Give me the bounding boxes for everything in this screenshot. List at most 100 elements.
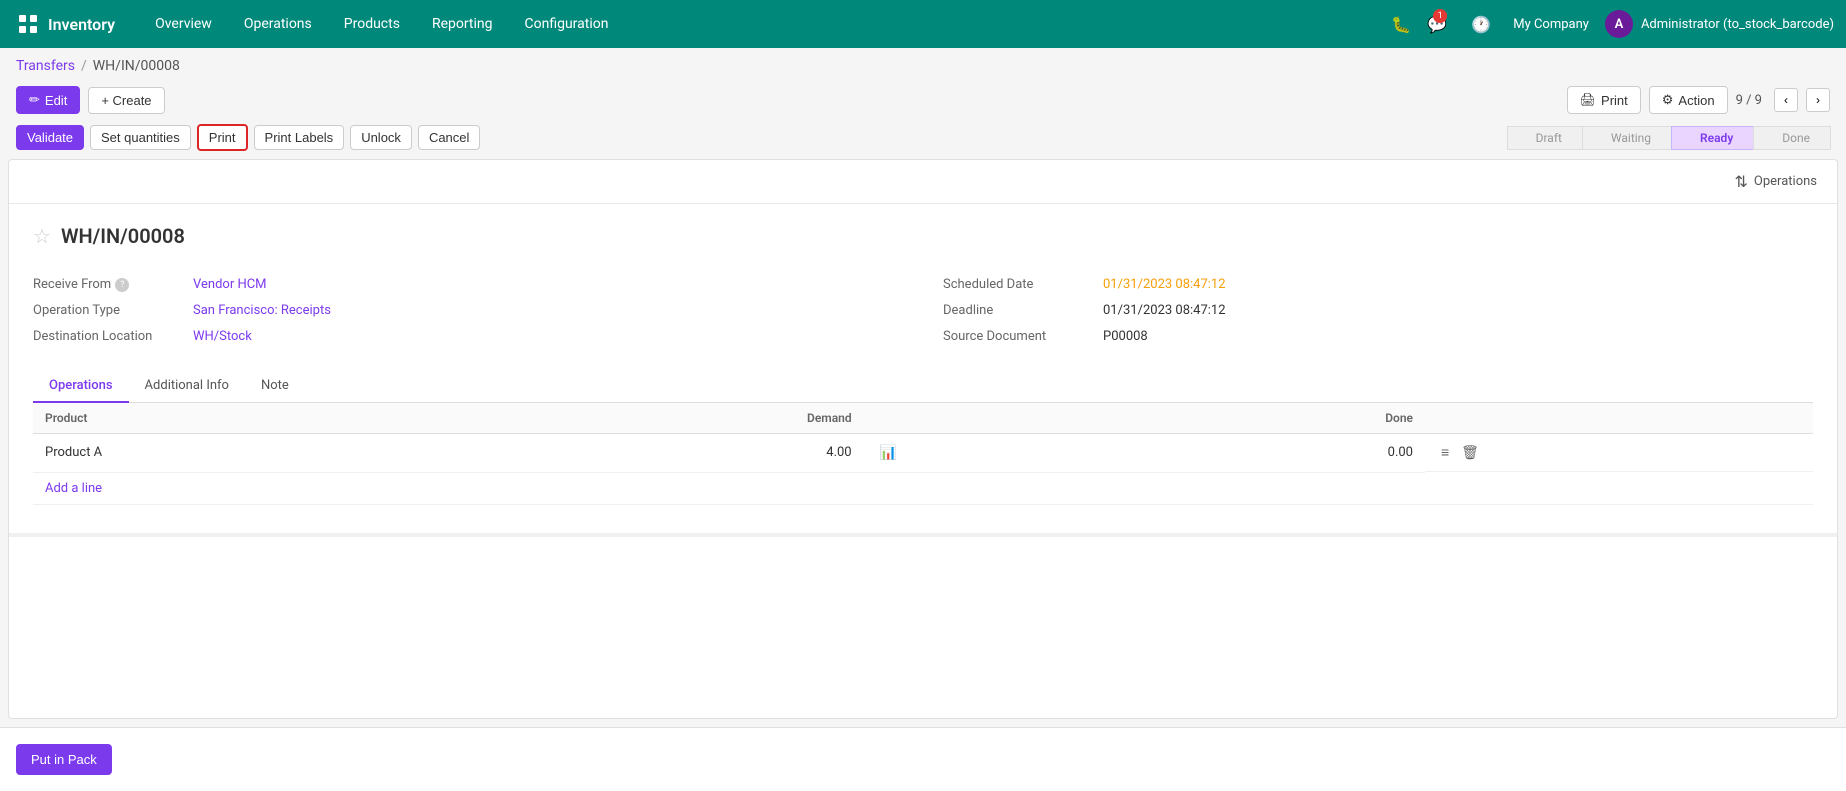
operations-toggle-row: ⇅ Operations [9, 160, 1837, 204]
toggle-arrows-icon: ⇅ [1735, 172, 1748, 191]
edit-button[interactable]: ✏ Edit [16, 86, 80, 114]
col-header-done: Done [1138, 403, 1425, 434]
destination-location-value[interactable]: WH/Stock [193, 329, 252, 344]
tab-additional-info[interactable]: Additional Info [129, 370, 245, 403]
deadline-label: Deadline [943, 303, 1103, 318]
menu-item-overview[interactable]: Overview [139, 0, 228, 48]
row-demand: 4.00 [483, 434, 864, 473]
record-toolbar: ✏ Edit + Create 🖨 Print ⚙ Action 9 / 9 ‹… [0, 80, 1846, 124]
top-navigation: Inventory Overview Operations Products R… [0, 0, 1846, 48]
status-ready: Ready [1671, 126, 1754, 150]
deadline-value: 01/31/2023 08:47:12 [1103, 303, 1226, 318]
form-fields: Receive From ? Vendor HCM Operation Type… [33, 272, 1813, 350]
menu-item-reporting[interactable]: Reporting [416, 0, 509, 48]
unlock-button[interactable]: Unlock [350, 125, 412, 150]
record-title: WH/IN/00008 [61, 224, 185, 248]
action-group: 🖨 Print ⚙ Action 9 / 9 ‹ › [1567, 86, 1830, 114]
record-tabs: Operations Additional Info Note [33, 370, 1813, 403]
detail-list-icon[interactable]: ≡ [1437, 442, 1453, 463]
left-fields: Receive From ? Vendor HCM Operation Type… [33, 272, 903, 350]
print-icon: 🖨 [1580, 92, 1597, 108]
col-header-actions [1425, 403, 1813, 434]
operations-table: Product Demand Done Product A 4.00 📊 0.0… [33, 403, 1813, 505]
table-header-row: Product Demand Done [33, 403, 1813, 434]
grid-menu-icon[interactable] [12, 8, 44, 40]
company-name: My Company [1513, 17, 1589, 32]
receive-from-help-icon[interactable]: ? [115, 278, 129, 292]
status-steps: Draft Waiting Ready Done [1507, 126, 1830, 150]
breadcrumb-current: WH/IN/00008 [93, 58, 180, 74]
col-header-demand: Demand [483, 403, 864, 434]
messages-icon[interactable]: 💬 1 [1425, 8, 1457, 40]
col-header-product: Product [33, 403, 483, 434]
row-forecast-cell: 📊 [864, 434, 1138, 473]
record-counter: 9 / 9 [1736, 93, 1762, 108]
destination-location-label: Destination Location [33, 329, 193, 344]
receive-from-label: Receive From ? [33, 277, 193, 292]
forecast-chart-icon[interactable]: 📊 [876, 443, 901, 463]
menu-item-configuration[interactable]: Configuration [509, 0, 625, 48]
next-record-button[interactable]: › [1806, 88, 1830, 112]
put-in-pack-button[interactable]: Put in Pack [16, 744, 112, 775]
section-divider [9, 533, 1837, 537]
top-right-actions: 🐛 💬 1 🕐 My Company A Administrator (to_s… [1385, 8, 1834, 40]
breadcrumb-transfers[interactable]: Transfers [16, 58, 75, 74]
bottom-bar: Put in Pack [0, 727, 1846, 791]
right-fields: Scheduled Date 01/31/2023 08:47:12 Deadl… [943, 272, 1813, 350]
row-done: 0.00 [1138, 434, 1425, 473]
edit-icon: ✏ [29, 92, 40, 108]
operation-type-label: Operation Type [33, 303, 193, 318]
scheduled-date-value: 01/31/2023 08:47:12 [1103, 277, 1226, 292]
operations-toggle-button[interactable]: ⇅ Operations [1727, 168, 1825, 195]
delete-row-icon[interactable]: 🗑 [1457, 443, 1483, 463]
menu-item-operations[interactable]: Operations [228, 0, 328, 48]
record-title-row: ☆ WH/IN/00008 [33, 224, 1813, 248]
message-badge: 1 [1433, 9, 1447, 23]
scheduled-date-label: Scheduled Date [943, 277, 1103, 292]
action-button[interactable]: ⚙ Action [1649, 86, 1728, 114]
cancel-button[interactable]: Cancel [418, 125, 480, 150]
destination-location-row: Destination Location WH/Stock [33, 324, 903, 350]
add-line-row: Add a line [33, 472, 1813, 504]
source-document-row: Source Document P00008 [943, 324, 1813, 350]
row-product: Product A [33, 434, 483, 473]
source-document-label: Source Document [943, 329, 1103, 344]
clock-icon[interactable]: 🕐 [1465, 8, 1497, 40]
receive-from-value[interactable]: Vendor HCM [193, 277, 267, 292]
status-waiting: Waiting [1582, 126, 1672, 150]
main-content-panel: ⇅ Operations ☆ WH/IN/00008 Receive From … [8, 159, 1838, 719]
print-action-button[interactable]: Print [197, 124, 248, 151]
user-avatar: A [1605, 10, 1633, 38]
action-bar: Validate Set quantities Print Print Labe… [0, 124, 1846, 159]
cog-icon: ⚙ [1662, 92, 1674, 108]
bug-icon[interactable]: 🐛 [1385, 8, 1417, 40]
col-header-forecast [864, 403, 1138, 434]
favorite-star-icon[interactable]: ☆ [33, 224, 51, 248]
validate-button[interactable]: Validate [16, 125, 84, 150]
operation-type-value[interactable]: San Francisco: Receipts [193, 303, 331, 318]
create-button[interactable]: + Create [88, 87, 164, 114]
status-draft: Draft [1507, 126, 1583, 150]
set-quantities-button[interactable]: Set quantities [90, 125, 191, 150]
tab-note[interactable]: Note [245, 370, 305, 403]
menu-item-products[interactable]: Products [328, 0, 416, 48]
operation-type-row: Operation Type San Francisco: Receipts [33, 298, 903, 324]
scheduled-date-row: Scheduled Date 01/31/2023 08:47:12 [943, 272, 1813, 298]
form-area: ☆ WH/IN/00008 Receive From ? Vendor HCM … [9, 204, 1837, 525]
print-button[interactable]: 🖨 Print [1567, 86, 1641, 114]
row-row-actions: ≡ 🗑 [1425, 434, 1813, 472]
source-document-value: P00008 [1103, 329, 1148, 344]
status-done: Done [1753, 126, 1831, 150]
receive-from-row: Receive From ? Vendor HCM [33, 272, 903, 298]
add-line-button[interactable]: Add a line [33, 472, 1813, 504]
breadcrumb: Transfers / WH/IN/00008 [0, 48, 1846, 80]
deadline-row: Deadline 01/31/2023 08:47:12 [943, 298, 1813, 324]
main-menu: Overview Operations Products Reporting C… [139, 0, 1385, 48]
prev-record-button[interactable]: ‹ [1774, 88, 1798, 112]
table-row: Product A 4.00 📊 0.00 ≡ 🗑 [33, 434, 1813, 473]
breadcrumb-separator: / [81, 58, 87, 74]
tab-operations[interactable]: Operations [33, 370, 129, 403]
username: Administrator (to_stock_barcode) [1641, 17, 1834, 32]
app-name: Inventory [48, 15, 115, 34]
print-labels-button[interactable]: Print Labels [254, 125, 345, 150]
